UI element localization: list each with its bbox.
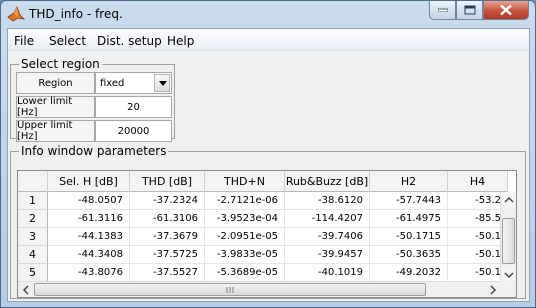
menu-help[interactable]: Help [167, 34, 194, 48]
table-cell[interactable]: -37.5527 [130, 264, 205, 282]
table-cell[interactable]: -5.3689e-05 [205, 264, 285, 282]
table-corner [18, 171, 48, 192]
table-cell[interactable]: -114.4207 [285, 210, 370, 228]
table-cell[interactable]: -50.1715 [370, 228, 448, 246]
scrollbar-corner [500, 281, 516, 297]
table-cell[interactable]: -49.2032 [370, 264, 448, 282]
row-header[interactable]: 3 [18, 228, 48, 246]
table-cell[interactable]: -50.1 [448, 246, 508, 264]
upper-limit-label: Upper limit [Hz] [16, 120, 95, 142]
select-region-panel: Select region Region fixed Lower limit [… [10, 57, 175, 142]
table-row[interactable]: 3 -44.1383 -37.3679 -2.0951e-05 -39.7406… [18, 228, 508, 246]
table-row[interactable]: 5 -43.8076 -37.5527 -5.3689e-05 -40.1019… [18, 264, 508, 282]
table-cell[interactable]: -37.5725 [130, 246, 205, 264]
region-dropdown-button[interactable] [154, 74, 170, 92]
arrow-up-icon [504, 196, 514, 203]
table-cell[interactable]: -43.8076 [48, 264, 130, 282]
table-cell[interactable]: -37.3679 [130, 228, 205, 246]
table-cell[interactable]: -39.9457 [285, 246, 370, 264]
table-cell[interactable]: -40.1019 [285, 264, 370, 282]
lower-limit-field[interactable]: 20 [95, 96, 172, 118]
table-cell[interactable]: -44.1383 [48, 228, 130, 246]
menu-dist-setup[interactable]: Dist. setup [97, 34, 162, 48]
vertical-scrollbar[interactable] [500, 192, 516, 283]
table-cell[interactable]: -3.9833e-05 [205, 246, 285, 264]
upper-limit-field[interactable]: 20000 [95, 120, 172, 142]
figure-area: Select region Region fixed Lower limit [… [8, 51, 529, 301]
close-button[interactable] [483, 1, 529, 20]
region-dropdown-value: fixed [100, 77, 125, 89]
row-header[interactable]: 5 [18, 264, 48, 282]
table-cell[interactable]: -57.7443 [370, 192, 448, 210]
app-window: THD_info - freq. File Select Dist. setup… [0, 0, 536, 308]
scroll-left-button[interactable] [18, 282, 34, 297]
menu-file[interactable]: File [14, 34, 34, 48]
lower-limit-label: Lower limit [Hz] [16, 96, 95, 118]
maximize-button[interactable] [456, 1, 483, 20]
table-cell[interactable]: -50.1 [448, 228, 508, 246]
column-header[interactable]: H2 [370, 171, 448, 192]
table-header: Sel. H [dB] THD [dB] THD+N Rub&Buzz [dB]… [18, 171, 508, 192]
table-cell[interactable]: -37.2324 [130, 192, 205, 210]
info-parameters-legend: Info window parameters [21, 144, 167, 158]
table-cell[interactable]: -48.0507 [48, 192, 130, 210]
menu-select[interactable]: Select [49, 34, 86, 48]
column-header[interactable]: THD [dB] [130, 171, 205, 192]
select-region-legend: Select region [21, 57, 100, 71]
row-header[interactable]: 2 [18, 210, 48, 228]
arrow-right-icon [490, 285, 497, 295]
region-label: Region [16, 72, 95, 94]
close-icon [500, 4, 512, 16]
column-header[interactable]: Sel. H [dB] [48, 171, 130, 192]
table-cell[interactable]: -39.7406 [285, 228, 370, 246]
minimize-button[interactable] [429, 1, 456, 20]
horizontal-scroll-thumb[interactable] [34, 283, 426, 296]
table-cell[interactable]: -53.2 [448, 192, 508, 210]
column-header[interactable]: H4 [448, 171, 508, 192]
scroll-right-button[interactable] [485, 282, 501, 297]
window-title: THD_info - freq. [29, 7, 123, 21]
chevron-down-icon [159, 81, 167, 86]
table-cell[interactable]: -61.3116 [48, 210, 130, 228]
client-area: File Select Dist. setup Help Select regi… [7, 28, 530, 302]
table-cell[interactable]: -61.4975 [370, 210, 448, 228]
matlab-logo-icon [7, 6, 25, 22]
row-header[interactable]: 1 [18, 192, 48, 210]
region-dropdown[interactable]: fixed [95, 72, 172, 94]
table-cell[interactable]: -61.3106 [130, 210, 205, 228]
table-cell[interactable]: -2.7121e-06 [205, 192, 285, 210]
table-cell[interactable]: -44.3408 [48, 246, 130, 264]
column-header[interactable]: Rub&Buzz [dB] [285, 171, 370, 192]
table-cell[interactable]: -2.0951e-05 [205, 228, 285, 246]
minimize-icon [437, 8, 448, 12]
table-cell[interactable]: -85.5 [448, 210, 508, 228]
vertical-scroll-thumb[interactable] [502, 218, 515, 264]
table-cell[interactable]: -38.6120 [285, 192, 370, 210]
arrow-left-icon [22, 285, 29, 295]
table-cell[interactable]: -50.1 [448, 264, 508, 282]
row-header[interactable]: 4 [18, 246, 48, 264]
info-parameters-panel: Info window parameters Sel. H [dB] THD [… [10, 144, 526, 299]
maximize-icon [464, 5, 475, 15]
scroll-up-button[interactable] [501, 192, 516, 208]
table-cell[interactable]: -50.3635 [370, 246, 448, 264]
menu-bar: File Select Dist. setup Help [8, 29, 529, 51]
table-row[interactable]: 2 -61.3116 -61.3106 -3.9523e-04 -114.420… [18, 210, 508, 228]
horizontal-scrollbar[interactable] [18, 281, 501, 297]
table-row[interactable]: 1 -48.0507 -37.2324 -2.7121e-06 -38.6120… [18, 192, 508, 210]
grip-icon [226, 287, 234, 293]
table-cell[interactable]: -3.9523e-04 [205, 210, 285, 228]
table-row[interactable]: 4 -44.3408 -37.5725 -3.9833e-05 -39.9457… [18, 246, 508, 264]
title-bar[interactable]: THD_info - freq. [1, 1, 535, 28]
info-table[interactable]: Sel. H [dB] THD [dB] THD+N Rub&Buzz [dB]… [17, 170, 517, 298]
column-header[interactable]: THD+N [205, 171, 285, 192]
